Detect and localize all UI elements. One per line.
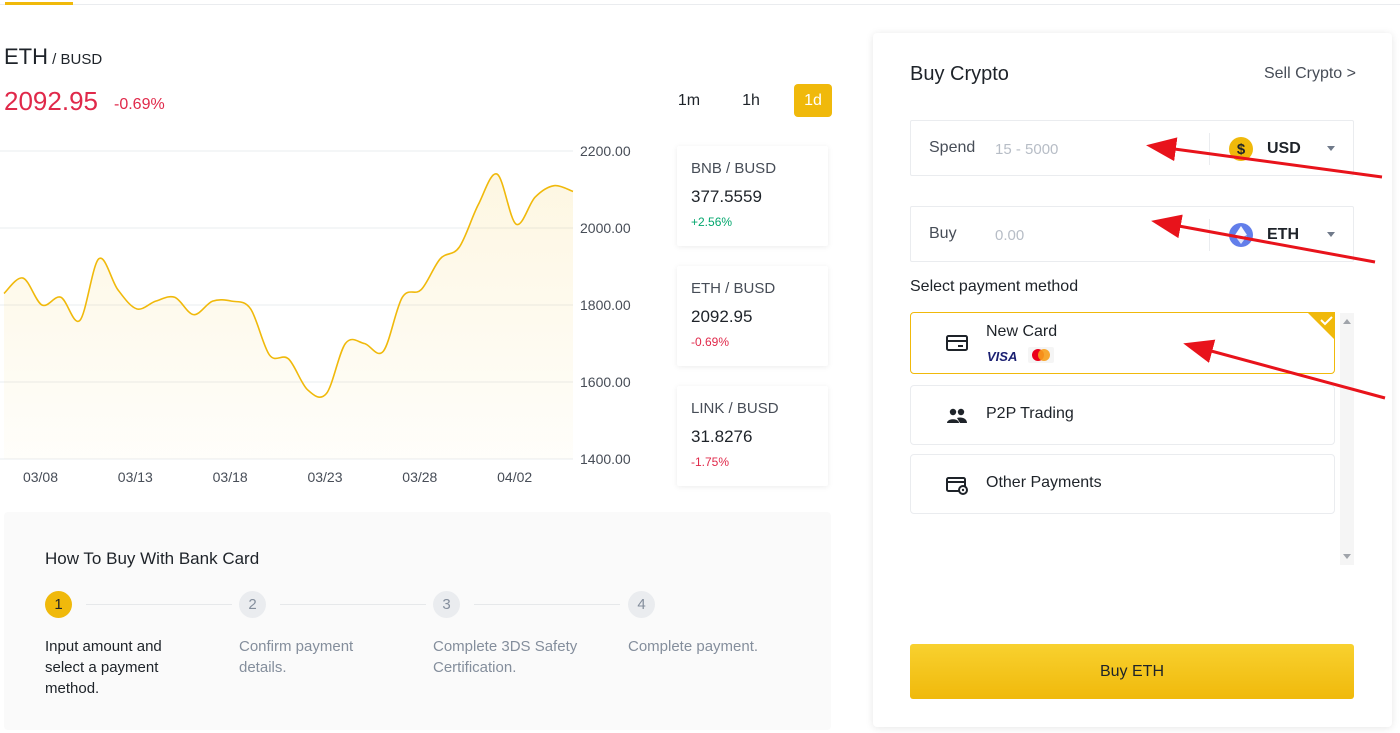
payment-method-label-other: Other Payments [986,474,1102,491]
y-tick-label: 2200.00 [580,143,631,159]
dollar-coin-icon: $ [1229,137,1253,161]
step-connector [280,604,426,605]
visa-logo: VISA [987,349,1018,364]
step-3-text: Complete 3DS Safety Certification. [433,638,578,676]
field-divider [1209,219,1210,251]
payment-method-label-new-card: New Card [986,323,1058,340]
payment-method-other-payments[interactable]: Other Payments [910,454,1335,514]
x-tick-label: 03/13 [118,469,153,485]
step-connector [86,604,232,605]
field-divider [1209,133,1210,165]
spend-currency-code: USD [1267,140,1301,157]
last-price: 2092.95 [4,86,98,116]
buy-currency-select[interactable]: ETH [1229,221,1341,249]
timeframe-1h-button[interactable]: 1h [732,84,770,117]
pair-title: ETH / BUSD [4,44,102,70]
y-tick-label: 1600.00 [580,374,631,390]
step-1-text: Input amount and select a payment method… [45,638,162,697]
spend-label: Spend [929,139,976,156]
timeframe-1d-button[interactable]: 1d [794,84,832,117]
people-icon [947,408,967,423]
y-tick-label: 1400.00 [580,451,631,467]
x-tick-label: 03/18 [213,469,248,485]
spend-input[interactable] [995,135,1195,163]
ticker-change: +2.56% [691,215,733,229]
x-tick-label: 03/08 [23,469,58,485]
step-connector [474,604,620,605]
step-3-number: 3 [433,591,460,618]
price-chart: 2200.00 2000.00 1800.00 1600.00 1400.00 03/08… [0,143,631,485]
payment-methods-scrollbar[interactable] [1340,313,1354,565]
payment-method-label-p2p: P2P Trading [986,405,1074,422]
how-to-title: How To Buy With Bank Card [45,549,260,568]
sell-crypto-link[interactable]: Sell Crypto > [1264,65,1356,83]
y-tick-label: 2000.00 [580,220,631,236]
how-to-buy-section: How To Buy With Bank Card 1 2 3 4 Input … [4,512,831,730]
timeframe-1m-button[interactable]: 1m [670,84,708,117]
spend-field: Spend $ USD [910,120,1354,176]
buy-field: Buy ETH [910,206,1354,262]
pair-base: ETH [4,44,48,69]
ticker-price: 377.5559 [691,187,762,206]
active-tab-indicator [5,2,73,5]
scroll-down-icon[interactable] [1343,554,1351,559]
ticker-pair: BNB / BUSD [691,160,777,177]
top-divider [0,4,1400,5]
ticker-change: -1.75% [691,455,730,469]
buy-label: Buy [929,225,957,242]
payment-settings-icon [946,477,968,495]
pair-quote: / BUSD [48,51,103,68]
step-4-number: 4 [628,591,655,618]
ticker-price: 31.8276 [691,427,753,446]
price-change: -0.69% [114,96,165,113]
x-tick-label: 03/28 [402,469,437,485]
spend-currency-select[interactable]: $ USD [1229,135,1341,163]
payment-method-new-card[interactable]: New Card VISA [910,312,1335,374]
ticker-pair: ETH / BUSD [691,280,776,297]
ticker-price: 2092.95 [691,307,753,326]
chevron-down-icon [1327,146,1335,151]
card-icon [946,335,968,351]
step-1-number: 1 [45,591,72,618]
panel-title: Buy Crypto [910,63,1009,85]
step-4-text: Complete payment. [628,638,759,655]
ticker-card-bnb[interactable]: BNB / BUSD 377.5559 +2.56% [677,146,828,246]
ticker-card-eth[interactable]: ETH / BUSD 2092.95 -0.69% [677,266,828,366]
price-area-fill [4,173,573,459]
buy-eth-button[interactable]: Buy ETH [910,644,1354,699]
ticker-pair: LINK / BUSD [691,400,779,417]
payment-method-label: Select payment method [910,278,1079,295]
buy-currency-code: ETH [1267,226,1299,243]
chevron-down-icon [1327,232,1335,237]
y-tick-label: 1800.00 [580,297,631,313]
buy-crypto-panel: Buy Crypto Sell Crypto > Spend $ USD Buy… [873,33,1392,727]
buy-input[interactable] [995,221,1195,249]
ethereum-icon [1229,223,1253,247]
step-2-text: Confirm payment details. [239,638,354,676]
x-tick-label: 04/02 [497,469,532,485]
selected-check-icon [1307,312,1335,340]
mastercard-logo [1028,347,1054,363]
scroll-up-icon[interactable] [1343,319,1351,324]
ticker-change: -0.69% [691,335,730,349]
x-tick-label: 03/23 [307,469,342,485]
step-2-number: 2 [239,591,266,618]
ticker-card-link[interactable]: LINK / BUSD 31.8276 -1.75% [677,386,828,486]
payment-method-p2p-trading[interactable]: P2P Trading [910,385,1335,445]
